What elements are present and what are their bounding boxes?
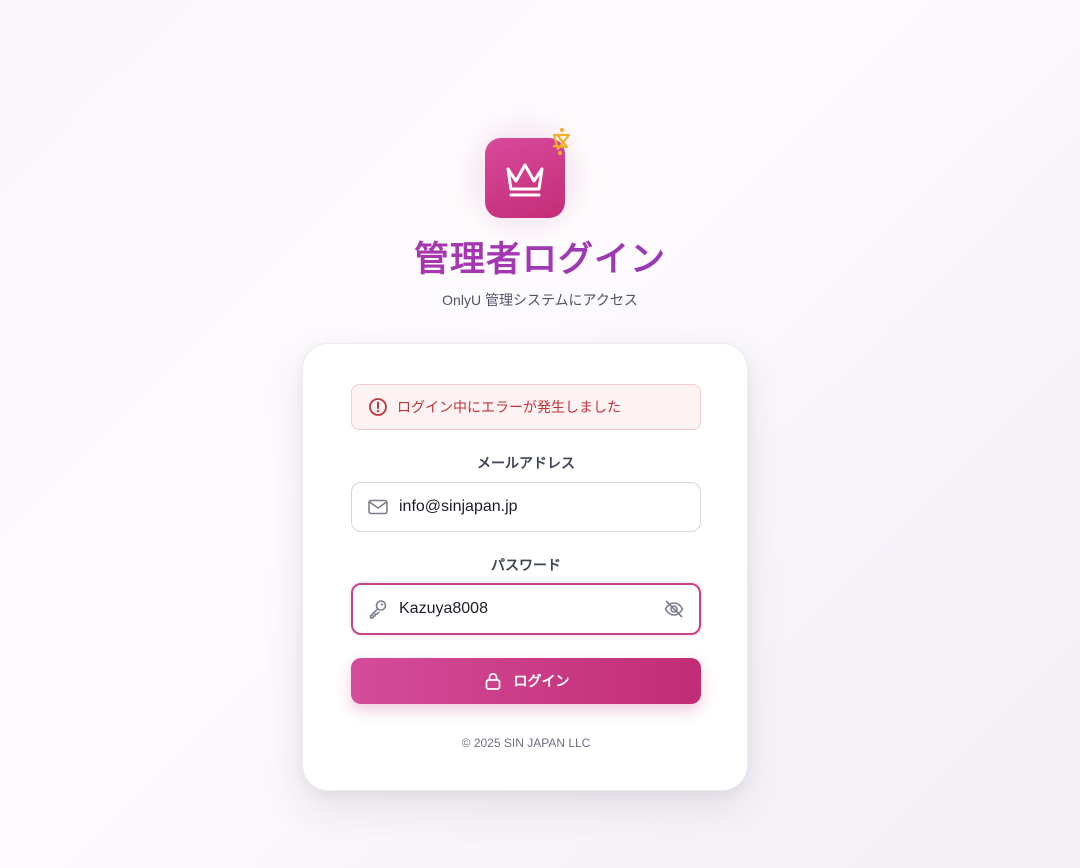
login-button-label: ログイン bbox=[513, 673, 570, 689]
email-label: メールアドレス bbox=[477, 455, 575, 471]
eye-off-icon[interactable] bbox=[663, 598, 685, 620]
page-title: 管理者ログイン bbox=[0, 236, 1080, 284]
mail-icon bbox=[367, 496, 389, 518]
error-alert: ログイン中にエラーが発生しました bbox=[351, 384, 701, 430]
logo bbox=[455, 108, 595, 248]
login-card: ログイン中にエラーが発生しました メールアドレス パスワード bbox=[302, 343, 748, 791]
key-icon bbox=[367, 598, 389, 620]
login-button[interactable]: ログイン bbox=[351, 658, 701, 704]
copyright: © 2025 SIN JAPAN LLC bbox=[461, 736, 591, 750]
alert-circle-icon bbox=[368, 397, 388, 417]
crown-icon bbox=[502, 157, 548, 199]
password-field[interactable] bbox=[351, 583, 701, 635]
email-input[interactable] bbox=[399, 483, 649, 531]
lock-icon bbox=[483, 671, 503, 691]
password-label: パスワード bbox=[491, 557, 561, 573]
sparkle-icon bbox=[549, 126, 573, 156]
error-message: ログイン中にエラーが発生しました bbox=[397, 399, 621, 415]
page-subtitle: OnlyU 管理システムにアクセス bbox=[442, 292, 638, 308]
email-field[interactable] bbox=[351, 482, 701, 532]
password-input[interactable] bbox=[399, 585, 649, 633]
